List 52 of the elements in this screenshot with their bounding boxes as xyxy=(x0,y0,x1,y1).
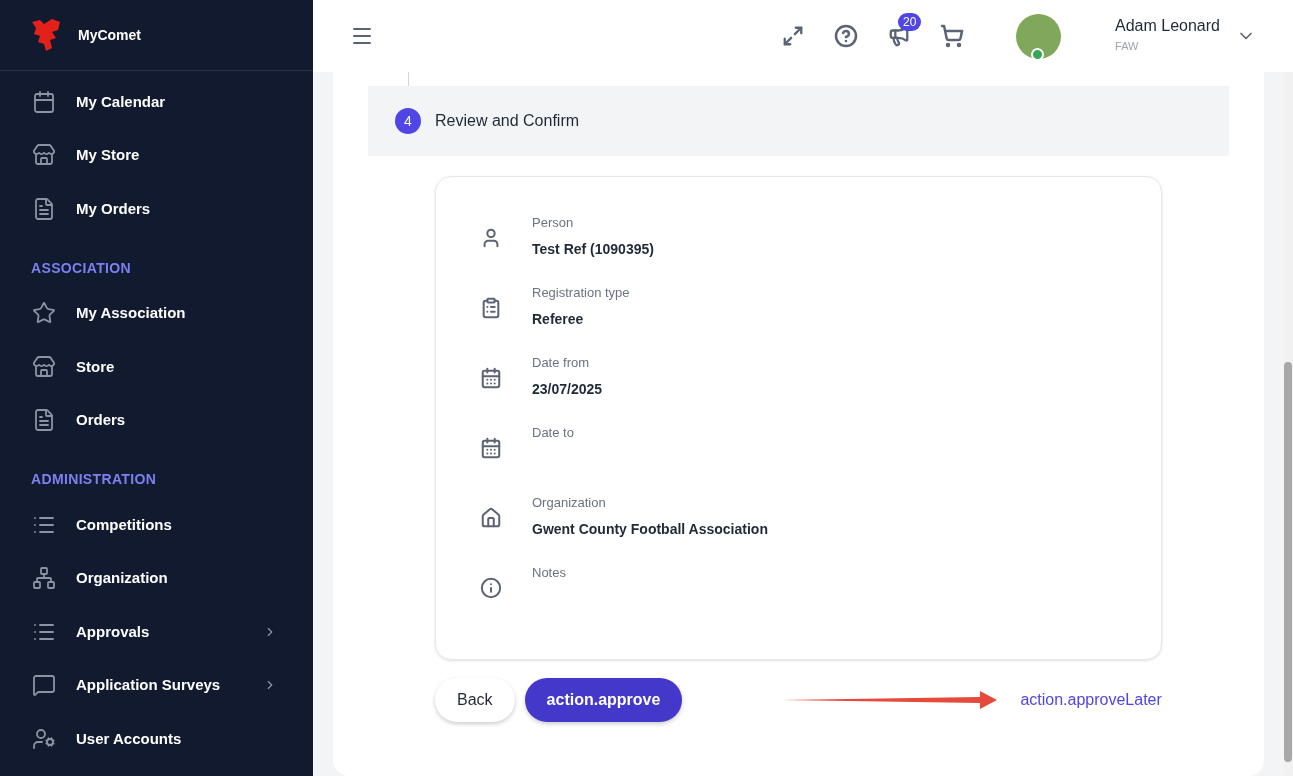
nav-item[interactable]: Organization xyxy=(0,551,313,605)
approve-button[interactable]: action.approve xyxy=(524,678,683,722)
user-org: FAW xyxy=(1115,38,1140,54)
chat-icon xyxy=(32,673,56,698)
user-name: Adam Leonard xyxy=(1115,15,1220,36)
calendar-icon xyxy=(480,437,502,459)
notification-count: 20 xyxy=(898,13,922,31)
field-value: Gwent County Football Association xyxy=(532,519,768,539)
fullscreen-icon[interactable] xyxy=(782,25,805,47)
calendar-icon xyxy=(32,89,56,114)
info-icon xyxy=(480,577,502,599)
home-icon xyxy=(480,507,502,529)
field-value: Test Ref (1090395) xyxy=(532,239,654,259)
clipboard-icon xyxy=(480,297,502,319)
section-heading: ASSOCIATION xyxy=(30,258,133,278)
field-label: Registration type xyxy=(532,284,630,302)
field-label: Date to xyxy=(532,424,574,442)
nav-item[interactable]: Store xyxy=(0,340,313,394)
field-label: Date from xyxy=(532,354,591,372)
calendar-icon xyxy=(480,367,502,389)
cart-icon[interactable] xyxy=(940,24,965,48)
invoice-icon xyxy=(32,196,56,221)
nav-item[interactable]: My Store xyxy=(0,128,313,182)
back-button[interactable]: Back xyxy=(435,678,515,722)
nav-item[interactable]: Competitions xyxy=(0,498,313,552)
nav-item[interactable]: My Orders xyxy=(0,182,313,236)
invoice-icon xyxy=(32,408,56,433)
help-icon[interactable] xyxy=(834,24,859,48)
field-value: 23/07/2025 xyxy=(532,379,603,399)
store-icon xyxy=(32,354,56,379)
field-value: Referee xyxy=(532,309,585,329)
star-icon xyxy=(32,301,56,326)
section-heading: ADMINISTRATION xyxy=(30,470,158,489)
avatar[interactable] xyxy=(1016,13,1062,59)
store-icon xyxy=(32,143,56,168)
dragon-logo xyxy=(30,18,62,52)
step-number: 4 xyxy=(395,108,421,134)
field-label: Person xyxy=(532,214,575,232)
field-label: Notes xyxy=(532,564,566,582)
nav-item[interactable]: My Calendar xyxy=(0,75,313,129)
field-label: Organization xyxy=(532,494,607,512)
nav-item[interactable]: My Association xyxy=(0,286,313,340)
step-title: Review and Confirm xyxy=(435,111,580,131)
user-settings-icon xyxy=(32,726,56,751)
nav-item[interactable]: Orders xyxy=(0,393,313,447)
scrollbar[interactable] xyxy=(1283,72,1293,776)
network-icon xyxy=(32,566,56,591)
nav-item[interactable]: User Accounts xyxy=(0,712,313,766)
brand-name: MyComet xyxy=(78,25,141,45)
nav-item[interactable]: Application Surveys xyxy=(0,658,313,712)
approve-later-link[interactable]: action.approveLater xyxy=(1020,688,1162,712)
nav-item[interactable]: Approvals xyxy=(0,605,313,659)
